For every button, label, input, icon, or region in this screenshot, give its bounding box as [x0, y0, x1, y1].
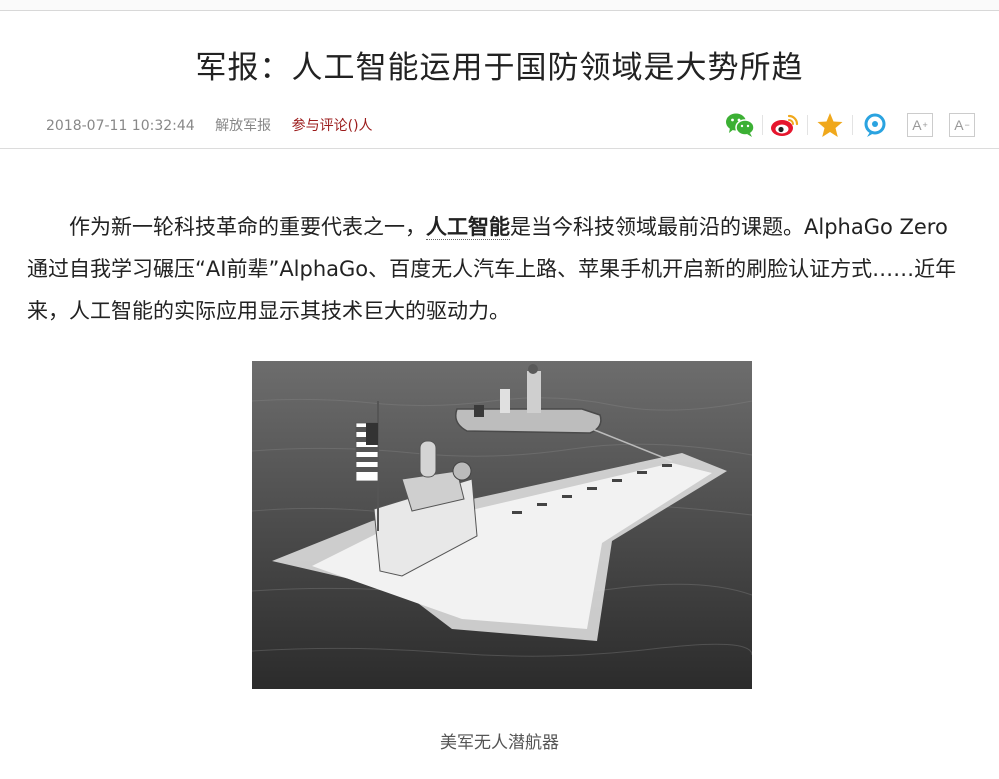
browser-top-edge [0, 0, 999, 11]
share-separator [762, 115, 763, 135]
share-weibo-button[interactable] [769, 110, 801, 140]
article-title: 军报：人工智能运用于国防领域是大势所趋 [195, 50, 804, 86]
font-increase-label: A [912, 117, 922, 133]
font-decrease-label: A [954, 117, 964, 133]
font-increase-button[interactable]: A + [907, 113, 933, 137]
comment-count-link[interactable]: 参与评论()人 [292, 118, 373, 134]
share-separator [852, 115, 853, 135]
article-meta: 2018-07-11 10:32:44 解放军报 参与评论()人 [46, 115, 373, 135]
share-toolbar: A + A − [724, 109, 975, 141]
wechat-icon [726, 113, 755, 137]
share-qzone-button[interactable] [859, 110, 891, 140]
weibo-icon [771, 114, 799, 136]
header-divider [0, 148, 999, 149]
font-decrease-button[interactable]: A − [949, 113, 975, 137]
image-caption: 美军无人潜航器 [440, 733, 559, 753]
favorite-button[interactable] [814, 110, 846, 140]
qzone-icon [864, 113, 886, 137]
paragraph-text: 作为新一轮科技革命的重要代表之一， [69, 215, 426, 239]
minus-icon: − [964, 120, 970, 130]
article-paragraph: 作为新一轮科技革命的重要代表之一，人工智能是当今科技领域最前沿的课题。Alpha… [27, 206, 967, 332]
article-source: 解放军报 [215, 118, 272, 134]
publish-date: 2018-07-11 10:32:44 [46, 118, 195, 134]
article-photo [252, 361, 752, 689]
share-wechat-button[interactable] [724, 110, 756, 140]
share-separator [807, 115, 808, 135]
keyword-link[interactable]: 人工智能 [426, 215, 510, 240]
plus-icon: + [922, 120, 928, 130]
favorite-star-icon [817, 113, 843, 137]
